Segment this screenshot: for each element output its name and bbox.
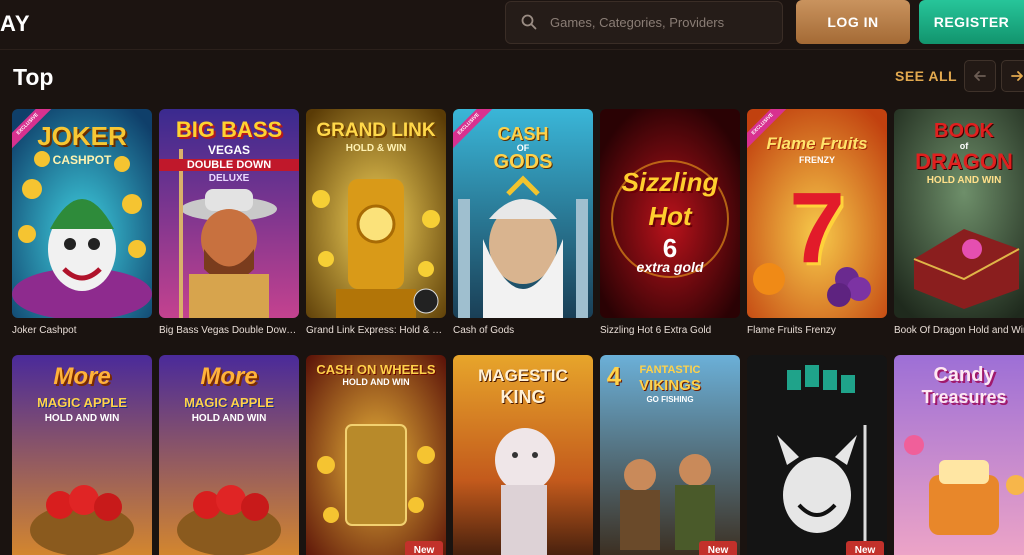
- game-tile-more-magic-apple[interactable]: More MAGIC APPLE HOLD AND WIN: [12, 355, 152, 555]
- game-art-subtitle: HOLD & WIN: [345, 143, 407, 154]
- game-tile-candy-treasures[interactable]: Candy Treasures: [894, 355, 1024, 555]
- game-art-subtitle: DELUXE: [208, 173, 250, 184]
- game-art: [453, 355, 593, 555]
- game-caption[interactable]: Grand Link Express: Hold & Win: [306, 325, 446, 336]
- game-caption[interactable]: Sizzling Hot 6 Extra Gold: [600, 325, 740, 336]
- game-tile-grand-link-express[interactable]: GRAND LINK HOLD & WIN: [306, 109, 446, 318]
- game-art-subtitle: HOLD AND WIN: [191, 413, 267, 424]
- game-art-title: BOOK: [934, 120, 994, 142]
- carousel-next-button[interactable]: [1001, 60, 1024, 92]
- new-badge: New: [405, 541, 443, 555]
- game-art-subtitle: Hot: [648, 201, 692, 231]
- carousel-prev-button[interactable]: [964, 60, 996, 92]
- game-tile-cash-on-wheels[interactable]: CASH ON WHEELS HOLD AND WIN New: [306, 355, 446, 555]
- game-tile-devil[interactable]: New: [747, 355, 887, 555]
- game-tile-big-bass-vegas[interactable]: BIG BASS VEGAS DOUBLE DOWN DELUXE: [159, 109, 299, 318]
- section-title: Top: [13, 64, 54, 90]
- game-art-title: GRAND LINK: [316, 120, 436, 141]
- game-caption[interactable]: Big Bass Vegas Double Down Deluxe: [159, 325, 299, 336]
- chevron-right-icon: [1011, 71, 1023, 81]
- search-input[interactable]: [550, 2, 776, 43]
- game-art-title: More: [53, 363, 111, 390]
- game-art-subtitle: FRENZY: [799, 155, 835, 165]
- game-art-title: Flame Fruits: [766, 134, 868, 153]
- game-tile-fantastic-vikings[interactable]: 4 FANTASTIC VIKINGS GO FISHING New: [600, 355, 740, 555]
- game-tile-flame-fruits-frenzy[interactable]: Flame Fruits FRENZY 7 EXCLUSIVE: [747, 109, 887, 318]
- site-logo[interactable]: AY: [0, 11, 31, 37]
- game-caption[interactable]: Book Of Dragon Hold and Win: [894, 325, 1024, 336]
- new-badge: New: [846, 541, 884, 555]
- register-button[interactable]: REGISTER: [919, 0, 1024, 44]
- game-art-subtitle: GODS: [493, 151, 553, 173]
- game-art-title: CASH ON WHEELS: [316, 362, 436, 377]
- game-art-title: Candy: [933, 364, 995, 386]
- game-art-subtitle: HOLD AND WIN: [926, 175, 1002, 186]
- game-caption[interactable]: Flame Fruits Frenzy: [747, 325, 887, 336]
- game-art-subtitle: KING: [500, 387, 546, 407]
- game-art-title: Sizzling: [621, 167, 719, 197]
- game-tile-more-magic-apple[interactable]: More MAGIC APPLE HOLD AND WIN: [159, 355, 299, 555]
- chevron-left-icon: [974, 71, 986, 81]
- game-caption[interactable]: Joker Cashpot: [12, 325, 152, 336]
- game-tile-cash-of-gods[interactable]: CASH OF GODS EXCLUSIVE: [453, 109, 593, 318]
- game-art: [747, 355, 887, 555]
- game-tile-magestic-king[interactable]: MAGESTIC KING: [453, 355, 593, 555]
- game-art-subtitle: DOUBLE DOWN: [159, 159, 299, 171]
- game-art-subtitle: DRAGON: [915, 149, 1013, 174]
- game-art-title: More: [200, 363, 258, 390]
- game-art-subtitle: MAGIC APPLE: [37, 395, 127, 410]
- game-art-subtitle: HOLD AND WIN: [342, 377, 410, 387]
- login-button[interactable]: LOG IN: [796, 0, 910, 44]
- game-art-subtitle: CASHPOT: [52, 153, 112, 167]
- game-art-subtitle: VIKINGS: [639, 377, 701, 394]
- game-art-subtitle: extra gold: [636, 259, 704, 275]
- game-art-title: BIG BASS: [175, 117, 283, 142]
- top-header: AY LOG IN REGISTER: [0, 0, 1024, 50]
- game-caption[interactable]: Cash of Gods: [453, 325, 593, 336]
- search-icon: [521, 14, 537, 30]
- game-art-title: MAGESTIC: [478, 366, 568, 385]
- game-tile-joker-cashpot[interactable]: JOKER CASHPOT EXCLUSIVE: [12, 109, 152, 318]
- search-box[interactable]: [505, 1, 783, 44]
- game-art-title: FANTASTIC: [639, 364, 701, 376]
- see-all-link[interactable]: SEE ALL: [895, 68, 957, 84]
- game-tile-sizzling-hot-6[interactable]: Sizzling Hot 6 extra gold: [600, 109, 740, 318]
- game-tile-book-of-dragon[interactable]: BOOK of DRAGON HOLD AND WIN: [894, 109, 1024, 318]
- game-art-title: CASH: [497, 124, 549, 144]
- game-art-subtitle: GO FISHING: [646, 395, 694, 404]
- game-art-subtitle: VEGAS: [207, 143, 250, 157]
- game-art-subtitle: MAGIC APPLE: [184, 395, 274, 410]
- new-badge: New: [699, 541, 737, 555]
- game-art-number: 7: [789, 172, 845, 284]
- game-art-subtitle: HOLD AND WIN: [44, 413, 120, 424]
- game-art-subtitle: Treasures: [921, 387, 1007, 407]
